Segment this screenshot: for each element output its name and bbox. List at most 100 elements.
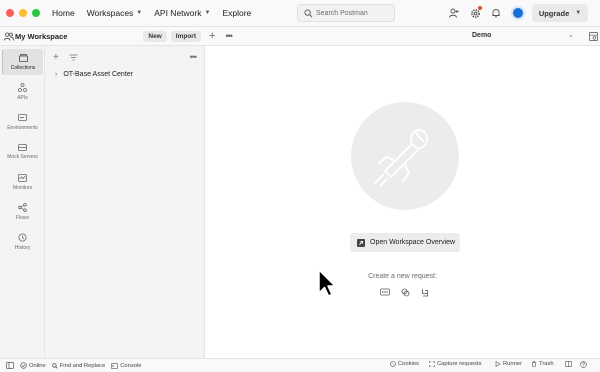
workspace-illustration: [351, 102, 459, 210]
chevron-down-icon: ▼: [136, 10, 143, 16]
request-type-icons: [380, 288, 429, 297]
search-icon: [51, 362, 58, 369]
environments-icon: [18, 113, 27, 121]
collections-pane: + ••• › OT-Base Asset Center: [45, 46, 205, 358]
nav-explore[interactable]: Explore: [222, 8, 251, 18]
workspace-header: My Workspace New Import: [0, 27, 205, 46]
sidebar-item-mock-servers[interactable]: Mock Servers: [2, 139, 43, 165]
sidebar-rail: Collections APIs Environments Mock Serve…: [0, 46, 45, 358]
find-replace-label: Find and Replace: [59, 362, 106, 369]
workspace-icon: [4, 32, 14, 41]
mock-servers-icon: [18, 144, 27, 151]
console-label: Console: [120, 362, 142, 369]
top-bar: Home Workspaces ▼ API Network ▼ Explore Se…: [0, 0, 600, 27]
nav-home[interactable]: Home: [52, 8, 75, 18]
avatar[interactable]: [511, 6, 525, 20]
sidebar-item-monitors[interactable]: Monitors: [2, 169, 43, 195]
top-nav: Home Workspaces ▼ API Network ▼ Explore: [52, 8, 263, 18]
cookie-icon: [390, 361, 396, 367]
runner-icon: [495, 361, 501, 367]
sidebar-item-label: APIs: [17, 95, 28, 101]
new-tab-plus-icon[interactable]: +: [209, 30, 215, 42]
layout-toggle-icon[interactable]: [565, 361, 572, 367]
sidebar-item-flows[interactable]: Flows: [2, 199, 43, 225]
mouse-cursor: [318, 269, 336, 297]
sidebar-item-label: History: [14, 245, 31, 251]
bell-icon[interactable]: [490, 7, 502, 19]
trash-button[interactable]: Trash: [531, 361, 554, 367]
new-button[interactable]: New: [143, 30, 167, 42]
chevron-down-icon: ▼: [575, 10, 582, 16]
console-button[interactable]: Console: [111, 362, 142, 369]
main-content: Open Workspace Overview Create a new req…: [205, 46, 600, 358]
graphql-request-icon[interactable]: [421, 288, 429, 297]
sidebar-item-label: Mock Servers: [7, 154, 38, 160]
runner-label: Runner: [503, 361, 523, 367]
tab-more-icon[interactable]: •••: [225, 31, 233, 41]
nav-api-network[interactable]: API Network ▼: [154, 8, 210, 18]
collection-item[interactable]: › OT-Base Asset Center: [55, 71, 133, 78]
upgrade-button[interactable]: Upgrade ▼: [532, 4, 588, 22]
sidebar-item-apis[interactable]: APIs: [2, 79, 43, 105]
runner-button[interactable]: Runner: [495, 361, 522, 367]
history-icon: [18, 233, 27, 242]
apis-icon: [18, 83, 27, 92]
open-workspace-overview-button[interactable]: Open Workspace Overview: [350, 233, 460, 252]
sidebar-item-label: Monitors: [12, 184, 33, 191]
cookies-label: Cookies: [398, 361, 419, 367]
http-request-icon[interactable]: [380, 288, 390, 297]
minimize-window-button[interactable]: [19, 9, 27, 17]
status-bar: Online Find and Replace Console Cookies …: [0, 358, 600, 372]
sidebar-item-history[interactable]: History: [2, 229, 43, 255]
online-icon: [20, 362, 27, 369]
help-icon[interactable]: [580, 361, 587, 368]
capture-label: Capture requests: [437, 361, 482, 367]
collection-name: OT-Base Asset Center: [63, 71, 133, 78]
invite-user-icon[interactable]: [448, 7, 460, 19]
search-input[interactable]: Search Postman: [297, 4, 395, 22]
close-window-button[interactable]: [6, 9, 14, 17]
environment-selector[interactable]: Demo: [472, 32, 491, 39]
search-icon: [304, 9, 313, 18]
top-icons: [448, 6, 525, 20]
environment-quick-look-icon[interactable]: [589, 32, 598, 41]
collections-more-icon[interactable]: •••: [190, 52, 198, 62]
chevron-down-icon: ▼: [204, 10, 211, 16]
sidebar-item-label: Environments: [7, 124, 38, 131]
collections-icon: [18, 53, 28, 62]
workspace-name[interactable]: My Workspace: [15, 32, 143, 41]
sidebar-item-collections[interactable]: Collections: [2, 49, 43, 75]
flows-icon: [18, 203, 27, 212]
chevron-right-icon[interactable]: ›: [55, 71, 57, 78]
add-collection-plus-icon[interactable]: +: [53, 52, 59, 63]
trash-icon: [531, 361, 537, 367]
online-status[interactable]: Online: [20, 362, 46, 369]
sidebar-item-label: Flows: [15, 215, 30, 221]
maximize-window-button[interactable]: [32, 9, 40, 17]
find-and-replace-button[interactable]: Find and Replace: [51, 362, 106, 369]
cookies-button[interactable]: Cookies: [390, 361, 419, 367]
monitors-icon: [18, 173, 27, 182]
overview-icon: [357, 238, 365, 247]
console-icon: [111, 362, 119, 369]
notification-dot: [478, 6, 482, 10]
websocket-request-icon[interactable]: [401, 288, 410, 297]
settings-gear-icon[interactable]: [469, 6, 482, 19]
online-label: Online: [29, 362, 46, 369]
tab-bar: + ••• Demo ⌄: [205, 27, 600, 46]
import-button[interactable]: Import: [170, 30, 201, 42]
filter-icon[interactable]: [69, 54, 78, 61]
collections-toolbar: +: [53, 52, 78, 63]
sidebar-item-environments[interactable]: Environments: [2, 109, 43, 135]
search-placeholder: Search Postman: [316, 9, 368, 17]
capture-icon: [429, 361, 435, 367]
sidebar-item-label: Collections: [10, 64, 36, 71]
trash-label: Trash: [539, 361, 554, 367]
overview-button-label: Open Workspace Overview: [370, 239, 456, 246]
upgrade-label: Upgrade: [538, 8, 570, 18]
postman-app: Home Workspaces ▼ API Network ▼ Explore Se…: [0, 0, 600, 372]
toggle-sidebar-icon[interactable]: [6, 362, 14, 369]
chevron-down-icon[interactable]: ⌄: [568, 31, 574, 39]
capture-requests-button[interactable]: Capture requests: [429, 361, 481, 367]
nav-workspaces[interactable]: Workspaces ▼: [87, 8, 143, 18]
